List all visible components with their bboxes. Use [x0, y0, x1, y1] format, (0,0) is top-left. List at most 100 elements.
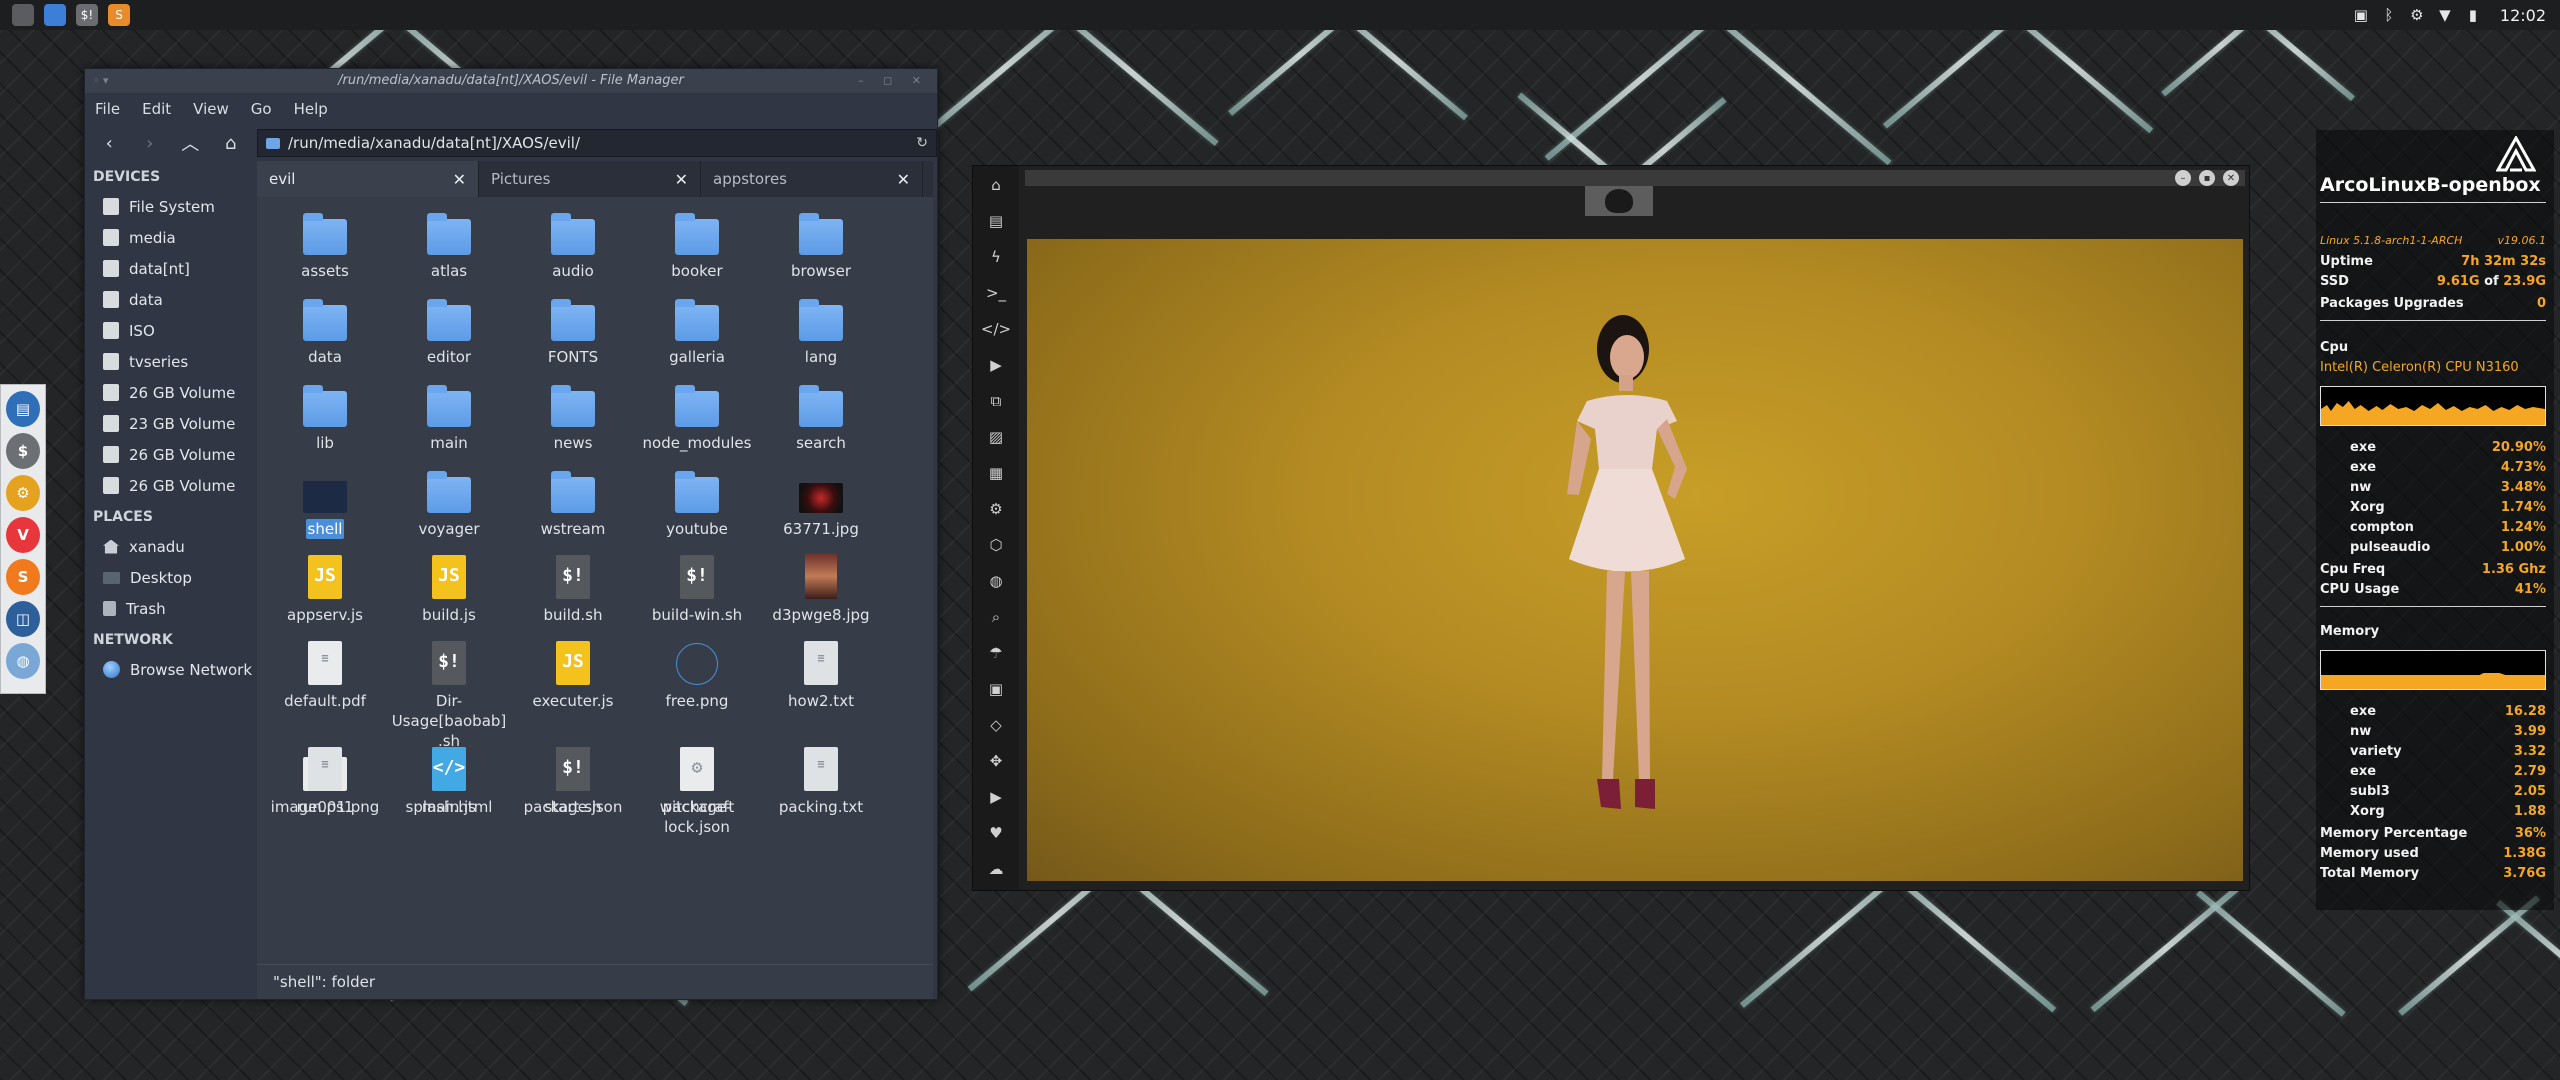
tab-pictures[interactable]: Pictures ✕: [479, 161, 701, 197]
dock-vivaldi-icon[interactable]: V: [6, 517, 40, 553]
terminal-icon[interactable]: >_: [985, 282, 1007, 304]
file-item[interactable]: lib: [265, 381, 385, 453]
sidebar-device-item[interactable]: ISO: [85, 315, 253, 346]
file-item[interactable]: galleria: [637, 295, 757, 367]
window-controls[interactable]: – ◻ ✕: [858, 69, 929, 93]
youtube-icon[interactable]: ▶: [985, 786, 1007, 808]
window-titlebar[interactable]: ◦ ▾ /run/media/xanadu/data[nt]/XAOS/evil…: [85, 69, 937, 93]
file-item[interactable]: FONTS: [513, 295, 633, 367]
embed-icon[interactable]: ◇: [985, 714, 1007, 736]
contact-icon[interactable]: ▣: [985, 678, 1007, 700]
file-item[interactable]: editor: [389, 295, 509, 367]
tab-close-icon[interactable]: ✕: [675, 170, 688, 189]
copy-icon[interactable]: ⧉: [985, 390, 1007, 412]
sidebar-place-item[interactable]: Trash: [85, 593, 253, 624]
settings-tray-icon[interactable]: ⚙: [2408, 6, 2426, 24]
heart-icon[interactable]: ♥: [985, 822, 1007, 844]
file-item[interactable]: </> splash.html: [389, 745, 509, 817]
tab-close-icon[interactable]: ✕: [453, 170, 466, 189]
app-menu-icon[interactable]: [12, 4, 34, 26]
sidebar-network-item[interactable]: Browse Network: [85, 654, 253, 685]
file-item[interactable]: ≡ default.pdf: [265, 639, 385, 711]
rebel-emblem-icon[interactable]: [1585, 186, 1653, 216]
file-item[interactable]: main: [389, 381, 509, 453]
window-menu-icon[interactable]: ◦ ▾: [93, 69, 109, 93]
file-item[interactable]: data: [265, 295, 385, 367]
file-item[interactable]: $! Dir-Usage[baobab].sh: [389, 639, 509, 751]
up-button[interactable]: ︿: [176, 129, 205, 157]
menu-go[interactable]: Go: [251, 100, 272, 118]
image-icon[interactable]: ▨: [985, 426, 1007, 448]
flash-icon[interactable]: ϟ: [985, 246, 1007, 268]
menu-edit[interactable]: Edit: [142, 100, 171, 118]
bluetooth-icon[interactable]: ᛒ: [2380, 6, 2398, 24]
file-item[interactable]: $! start.sh: [513, 745, 633, 817]
forward-button[interactable]: ›: [136, 129, 165, 157]
file-item[interactable]: 63771.jpg: [761, 467, 881, 539]
settings-icon[interactable]: ⚙: [985, 498, 1007, 520]
sidebar-device-item[interactable]: 26 GB Volume: [85, 439, 253, 470]
umbrella-icon[interactable]: ☂: [985, 642, 1007, 664]
code-icon[interactable]: </>: [981, 318, 1011, 340]
file-item[interactable]: ≡ packing.txt: [761, 745, 881, 817]
file-item[interactable]: $! build.sh: [513, 553, 633, 625]
menu-help[interactable]: Help: [294, 100, 328, 118]
file-item[interactable]: ≡ how2.txt: [761, 639, 881, 711]
sidebar-device-item[interactable]: File System: [85, 191, 253, 222]
sidebar-place-item[interactable]: xanadu: [85, 531, 253, 562]
play-icon[interactable]: ▶: [985, 354, 1007, 376]
file-item[interactable]: free.png: [637, 639, 757, 711]
sidebar-device-item[interactable]: tvseries: [85, 346, 253, 377]
dock-screenshot-icon[interactable]: ◫: [6, 601, 40, 637]
file-item[interactable]: wstream: [513, 467, 633, 539]
terminal-icon[interactable]: $!: [76, 4, 98, 26]
menu-file[interactable]: File: [95, 100, 120, 118]
file-item[interactable]: JS build.js: [389, 553, 509, 625]
files-icon[interactable]: [44, 4, 66, 26]
file-item[interactable]: atlas: [389, 209, 509, 281]
battery-icon[interactable]: ▮: [2464, 6, 2482, 24]
file-item[interactable]: d3pwge8.jpg: [761, 553, 881, 625]
reload-icon[interactable]: ↻: [916, 135, 928, 151]
dock-terminal-icon[interactable]: $: [6, 433, 40, 469]
location-bar[interactable]: /run/media/xanadu/data[nt]/XAOS/evil/ ↻: [257, 129, 937, 157]
hexagon-icon[interactable]: ⬡: [985, 534, 1007, 556]
sidebar-device-item[interactable]: 23 GB Volume: [85, 408, 253, 439]
maximize-button[interactable]: ▪: [2199, 170, 2215, 186]
sidebar-device-item[interactable]: media: [85, 222, 253, 253]
image-tray-icon[interactable]: ▣: [2352, 6, 2370, 24]
file-item[interactable]: news: [513, 381, 633, 453]
clock[interactable]: 12:02: [2500, 6, 2546, 25]
news-icon[interactable]: ▦: [985, 462, 1007, 484]
tab-evil[interactable]: evil ✕: [257, 161, 479, 197]
file-item[interactable]: audio: [513, 209, 633, 281]
file-item[interactable]: JS appserv.js: [265, 553, 385, 625]
file-item[interactable]: booker: [637, 209, 757, 281]
file-item[interactable]: youtube: [637, 467, 757, 539]
file-item[interactable]: shell: [265, 467, 385, 539]
menu-view[interactable]: View: [193, 100, 229, 118]
wifi-icon[interactable]: ▼: [2436, 6, 2454, 24]
file-item[interactable]: browser: [761, 209, 881, 281]
file-item[interactable]: search: [761, 381, 881, 453]
tab-appstores[interactable]: appstores ✕: [701, 161, 923, 197]
dock-files-icon[interactable]: ▤: [6, 391, 40, 427]
file-item[interactable]: node_modules: [637, 381, 757, 453]
close-button[interactable]: ✕: [2223, 170, 2239, 186]
back-button[interactable]: ‹: [95, 129, 124, 157]
dock-sublime-icon[interactable]: S: [6, 559, 40, 595]
file-item[interactable]: ⚙ witchcraft: [637, 745, 757, 817]
minimize-button[interactable]: –: [2175, 170, 2191, 186]
globe-icon[interactable]: ◍: [985, 570, 1007, 592]
viewer-titlebar[interactable]: [1025, 170, 2245, 186]
sidebar-place-item[interactable]: Desktop: [85, 562, 253, 593]
sidebar-device-item[interactable]: 26 GB Volume: [85, 377, 253, 408]
dock-settings-icon[interactable]: ⚙: [6, 475, 40, 511]
tab-close-icon[interactable]: ✕: [897, 170, 910, 189]
file-item[interactable]: JS executer.js: [513, 639, 633, 711]
sublime-icon[interactable]: S: [108, 4, 130, 26]
document-icon[interactable]: ▤: [985, 210, 1007, 232]
file-item[interactable]: voyager: [389, 467, 509, 539]
file-item[interactable]: ≡ run.ps1: [265, 745, 385, 817]
file-item[interactable]: $! build-win.sh: [637, 553, 757, 625]
